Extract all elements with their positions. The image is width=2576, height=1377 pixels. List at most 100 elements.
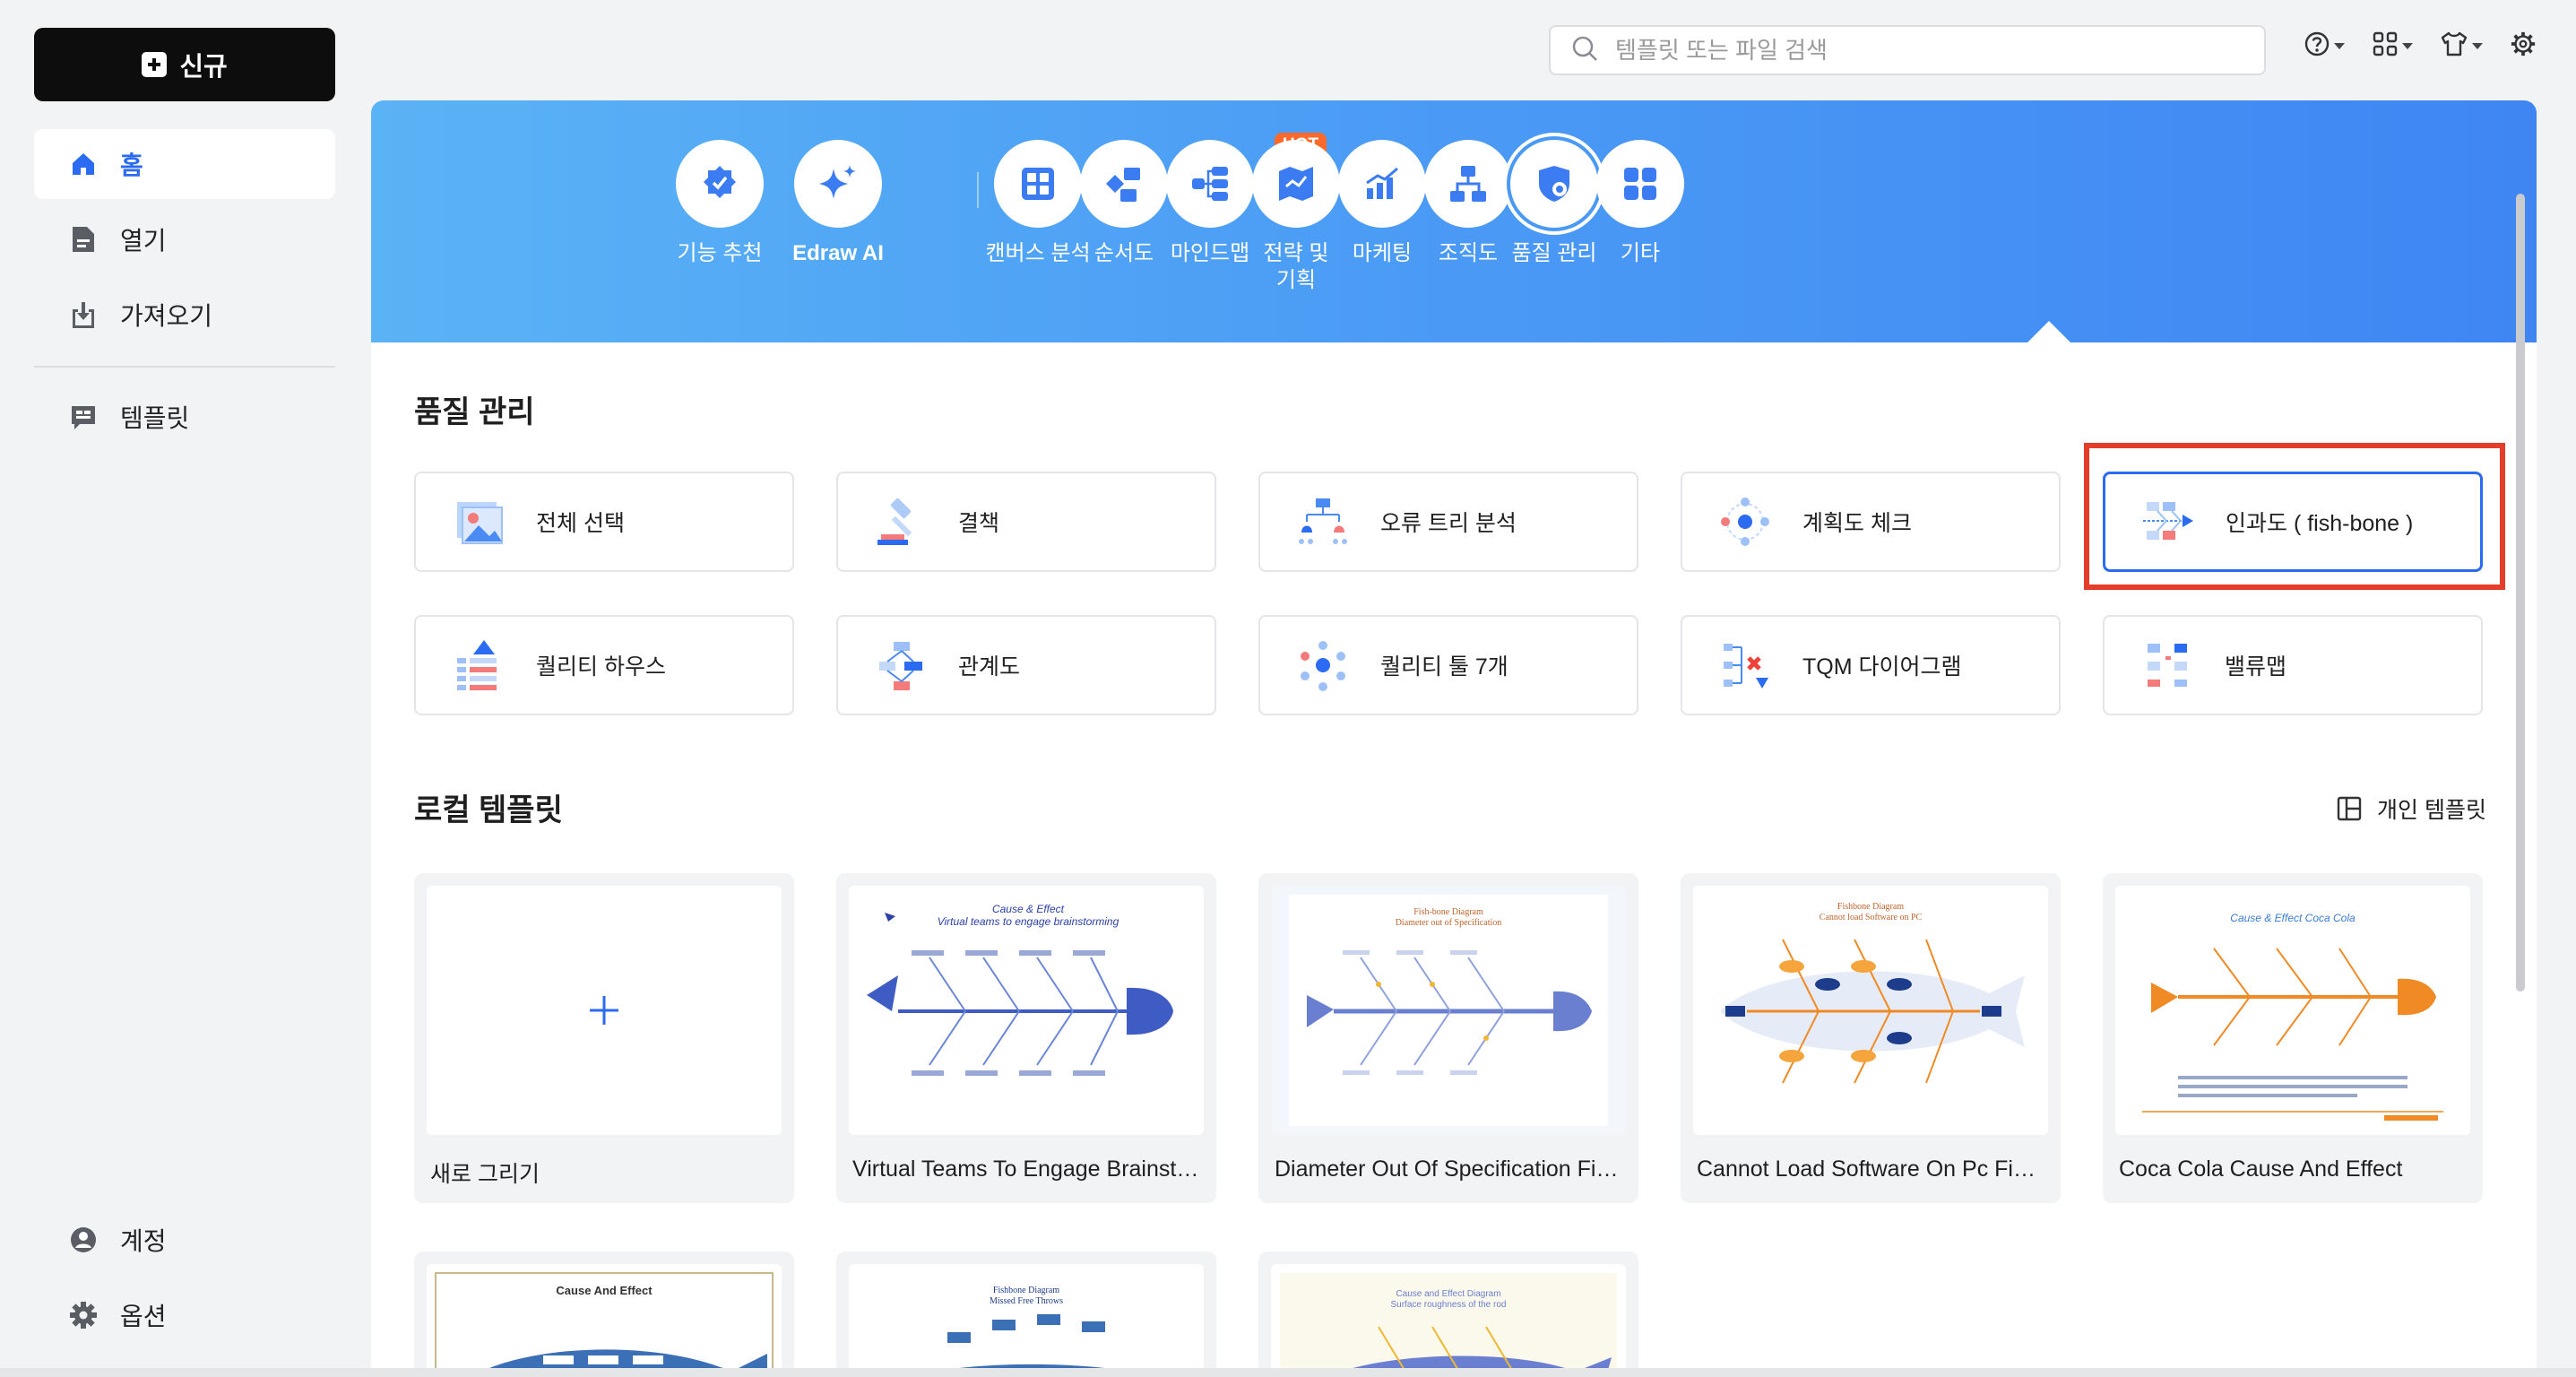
card-template-partial[interactable]: Cause and Effect Diagram Surface roughne… bbox=[1258, 1251, 1638, 1377]
gear-icon bbox=[68, 1300, 99, 1330]
tile-plan-check[interactable]: 계획도 체크 bbox=[1681, 472, 2061, 572]
card-template[interactable]: Cause & Effect Coca Cola Coca Cola Cause… bbox=[2103, 873, 2483, 1203]
tile-label: 계획도 체크 bbox=[1802, 511, 1912, 536]
sidebar-item-label: 옵션 bbox=[120, 1303, 167, 1330]
thumb-subtitle: Missed Free Throws bbox=[990, 1296, 1063, 1306]
selected-category-pointer bbox=[2026, 321, 2072, 344]
card-title: Diameter Out Of Specification Fishbone bbox=[1275, 1156, 1624, 1182]
fishbone-thumbnail: Cause & Effect Coca Cola bbox=[2115, 886, 2470, 1135]
tile-label: 결책 bbox=[958, 511, 1000, 536]
plus-icon bbox=[590, 996, 618, 1025]
card-new-drawing[interactable]: 새로 그리기 bbox=[414, 873, 794, 1203]
category-label: Edraw AI bbox=[792, 241, 884, 265]
help-button[interactable] bbox=[2304, 30, 2345, 62]
fishbone-thumbnail: Fishbone Diagram Missed Free Throws bbox=[849, 1264, 1204, 1377]
tile-label: 오류 트리 분석 bbox=[1380, 511, 1517, 536]
fishbone-thumbnail: Cause & Effect Virtual teams to engage b… bbox=[849, 886, 1204, 1135]
sidebar-item-templates[interactable]: 템플릿 bbox=[34, 382, 335, 452]
gavel-icon bbox=[877, 498, 912, 545]
gallery-icon bbox=[457, 502, 503, 544]
tile-label: TQM 다이어그램 bbox=[1802, 654, 1962, 680]
card-title: Cannot Load Software On Pc Fishbone bbox=[1697, 1156, 2046, 1182]
scrollbar-thumb[interactable] bbox=[2516, 194, 2525, 992]
tile-relation[interactable]: 관계도 bbox=[836, 615, 1216, 715]
card-template[interactable]: Fishbone Diagram Cannot load Software on… bbox=[1681, 873, 2061, 1203]
settings-button[interactable] bbox=[2510, 30, 2537, 62]
search-icon bbox=[1570, 34, 1599, 67]
top-toolbar bbox=[2304, 30, 2537, 62]
thumb-title: Cause And Effect bbox=[556, 1284, 653, 1297]
sparkle-icon bbox=[794, 140, 882, 228]
sidebar-templates: 템플릿 bbox=[34, 382, 335, 457]
sidebar-item-open[interactable]: 열기 bbox=[34, 204, 335, 274]
fishbone-thumbnail: Fish-bone Diagram Diameter out of Specif… bbox=[1271, 886, 1626, 1135]
fishbone-thumbnail: Fishbone Diagram Cannot load Software on… bbox=[1693, 886, 2048, 1135]
tile-fishbone[interactable]: 인과도 ( fish-bone ) bbox=[2103, 472, 2483, 572]
thumb-subtitle: Surface roughness of the rod bbox=[1391, 1300, 1507, 1310]
thumb-title: Cause & Effect bbox=[992, 903, 1065, 915]
theme-button[interactable] bbox=[2440, 30, 2483, 62]
sidebar-divider bbox=[34, 366, 335, 368]
sidebar-item-options[interactable]: 옵션 bbox=[34, 1280, 335, 1350]
card-template[interactable]: Cause & Effect Virtual teams to engage b… bbox=[836, 873, 1216, 1203]
file-icon bbox=[68, 224, 99, 255]
sidebar-item-label: 템플릿 bbox=[120, 404, 190, 432]
sidebar-item-import[interactable]: 가져오기 bbox=[34, 280, 335, 350]
sidebar-item-account[interactable]: 계정 bbox=[34, 1205, 335, 1275]
card-template[interactable]: Fish-bone Diagram Diameter out of Specif… bbox=[1258, 873, 1638, 1203]
relation-diagram-icon bbox=[879, 642, 922, 690]
tile-label: 전체 선택 bbox=[536, 511, 625, 536]
apps-button[interactable] bbox=[2372, 30, 2413, 62]
tile-label: 인과도 ( fish-bone ) bbox=[2226, 511, 2414, 536]
new-button[interactable]: 신규 bbox=[34, 28, 335, 101]
category-label: 기타 bbox=[1620, 241, 1661, 265]
card-title: Coca Cola Cause And Effect bbox=[2119, 1156, 2403, 1182]
tile-select-all[interactable]: 전체 선택 bbox=[414, 472, 794, 572]
personal-templates-link[interactable]: 개인 템플릿 bbox=[2336, 792, 2486, 825]
tqm-diagram-icon bbox=[1724, 644, 1768, 688]
thumb-title: Fishbone Diagram bbox=[1837, 902, 1904, 912]
card-title: 새로 그리기 bbox=[430, 1162, 540, 1187]
fishbone-icon bbox=[2143, 502, 2193, 540]
card-template-partial[interactable]: Cause And Effect bbox=[414, 1251, 794, 1377]
sidebar-bottom: 계정 옵션 bbox=[34, 1205, 335, 1355]
search-bar[interactable] bbox=[1549, 25, 2266, 75]
search-input[interactable] bbox=[1615, 36, 2264, 65]
chevron-down-icon bbox=[2334, 43, 2345, 49]
tile-seven-tools[interactable]: 퀄리티 툴 7개 bbox=[1258, 615, 1638, 715]
value-stream-icon bbox=[2148, 644, 2187, 687]
hub-nodes-icon bbox=[1301, 641, 1345, 691]
fishbone-thumbnail: Cause And Effect bbox=[427, 1264, 782, 1377]
thumb-title: Fish-bone Diagram bbox=[1413, 907, 1483, 917]
card-template-partial[interactable]: Fishbone Diagram Missed Free Throws bbox=[836, 1251, 1216, 1377]
help-icon bbox=[2304, 30, 2330, 62]
plus-icon bbox=[142, 52, 168, 77]
sidebar-item-label: 계정 bbox=[120, 1227, 167, 1255]
chevron-down-icon bbox=[2402, 43, 2413, 49]
gear-icon bbox=[2510, 30, 2537, 62]
sidebar-item-home[interactable]: 홈 bbox=[34, 129, 335, 199]
sidebar-nav: 홈 열기 가져오기 bbox=[34, 129, 335, 355]
section-title-quality: 품질 관리 bbox=[414, 395, 535, 429]
tile-decision[interactable]: 결책 bbox=[836, 472, 1216, 572]
chevron-down-icon bbox=[2472, 43, 2483, 49]
fault-tree-icon bbox=[1299, 498, 1347, 544]
category-edraw-ai[interactable]: Edraw AI bbox=[766, 140, 910, 267]
tile-label: 퀄리티 하우스 bbox=[536, 654, 666, 680]
thumb-title: Cause and Effect Diagram bbox=[1396, 1289, 1500, 1299]
tile-value-map[interactable]: 밸류맵 bbox=[2103, 615, 2483, 715]
thumb-subtitle: Virtual teams to engage brainstorming bbox=[938, 915, 1119, 928]
category-other[interactable]: 기타 bbox=[1569, 140, 1712, 267]
thumb-title: Fishbone Diagram bbox=[993, 1286, 1059, 1295]
apps-grid-icon bbox=[2372, 30, 2399, 62]
tile-label: 밸류맵 bbox=[2225, 654, 2287, 680]
card-title: Virtual Teams To Engage Brainstorming bbox=[852, 1156, 1202, 1182]
sidebar-item-label: 가져오기 bbox=[120, 302, 213, 330]
thumb-title: Cause & Effect Coca Cola bbox=[2230, 912, 2356, 924]
tile-fault-tree[interactable]: 오류 트리 분석 bbox=[1258, 472, 1638, 572]
tile-tqm[interactable]: TQM 다이어그램 bbox=[1681, 615, 2061, 715]
new-drawing-thumb bbox=[427, 886, 782, 1135]
tile-quality-house[interactable]: 퀄리티 하우스 bbox=[414, 615, 794, 715]
category-banner: HOT 기능 추천 Edraw AI 캔버스 분석 순서도 bbox=[371, 100, 2537, 344]
main-panel: HOT 기능 추천 Edraw AI 캔버스 분석 순서도 bbox=[371, 100, 2537, 1377]
